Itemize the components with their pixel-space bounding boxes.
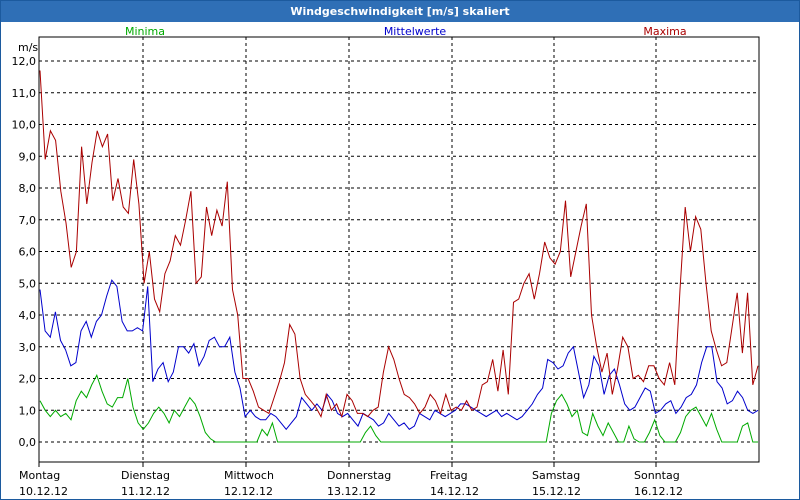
- x-tick-date-label: 13.12.12: [327, 485, 376, 498]
- y-tick-label: 4,0: [19, 309, 37, 322]
- series-line-maxima: [39, 70, 759, 419]
- series-line-mittelwerte: [39, 279, 759, 431]
- y-tick-label: 0,0: [19, 436, 37, 449]
- y-tick-label: 6,0: [19, 246, 37, 259]
- x-tick-date-label: 11.12.12: [121, 485, 170, 498]
- x-tick-day-label: Dienstag: [121, 469, 170, 482]
- y-axis: 0,0 1,0 2,0 3,0 4,0 5,0 6,0 7,0 8,0 9,0 10,0 11,0 12…: [12, 55, 37, 449]
- x-tick-day-label: Samstag: [532, 469, 580, 482]
- y-tick-label: 1,0: [19, 404, 37, 417]
- x-tick-date-label: 16.12.12: [634, 485, 683, 498]
- legend-item: Maxima: [643, 25, 686, 38]
- x-tick-day-label: Freitag: [430, 469, 468, 482]
- legend: Minima Mittelwerte Maxima: [125, 25, 687, 38]
- x-tick-day-label: Sonntag: [634, 469, 680, 482]
- y-tick-label: 2,0: [19, 373, 37, 386]
- grid: [39, 37, 759, 462]
- y-tick-label: 12,0: [12, 55, 37, 68]
- legend-item: Minima: [125, 25, 165, 38]
- x-tick-date-label: 10.12.12: [19, 485, 68, 498]
- x-tick-day-label: Mittwoch: [224, 469, 274, 482]
- y-tick-label: 10,0: [12, 119, 37, 132]
- x-tick-date-label: 14.12.12: [430, 485, 479, 498]
- y-tick-label: 5,0: [19, 277, 37, 290]
- plot-area: [38, 36, 760, 463]
- y-tick-label: 7,0: [19, 214, 37, 227]
- x-tick-day-label: Montag: [19, 469, 60, 482]
- y-tick-label: 9,0: [19, 150, 37, 163]
- y-tick-label: 8,0: [19, 182, 37, 195]
- x-tick-date-label: 15.12.12: [532, 485, 581, 498]
- series-lines: [39, 70, 759, 443]
- wind-speed-chart: 0,0 1,0 2,0 3,0 4,0 5,0 6,0 7,0 8,0 9,0 10,0 11,0 12…: [12, 25, 760, 498]
- y-tick-label: 11,0: [12, 87, 37, 100]
- y-axis-label: m/s: [18, 41, 38, 54]
- series-line-minima: [39, 374, 758, 443]
- x-tick-date-label: 12.12.12: [224, 485, 273, 498]
- y-tick-label: 3,0: [19, 341, 37, 354]
- x-tick-day-label: Donnerstag: [327, 469, 391, 482]
- x-axis: Montag 10.12.12 Dienstag 11.12.12 Mittwoch 12…: [19, 462, 683, 498]
- legend-item: Mittelwerte: [384, 25, 447, 38]
